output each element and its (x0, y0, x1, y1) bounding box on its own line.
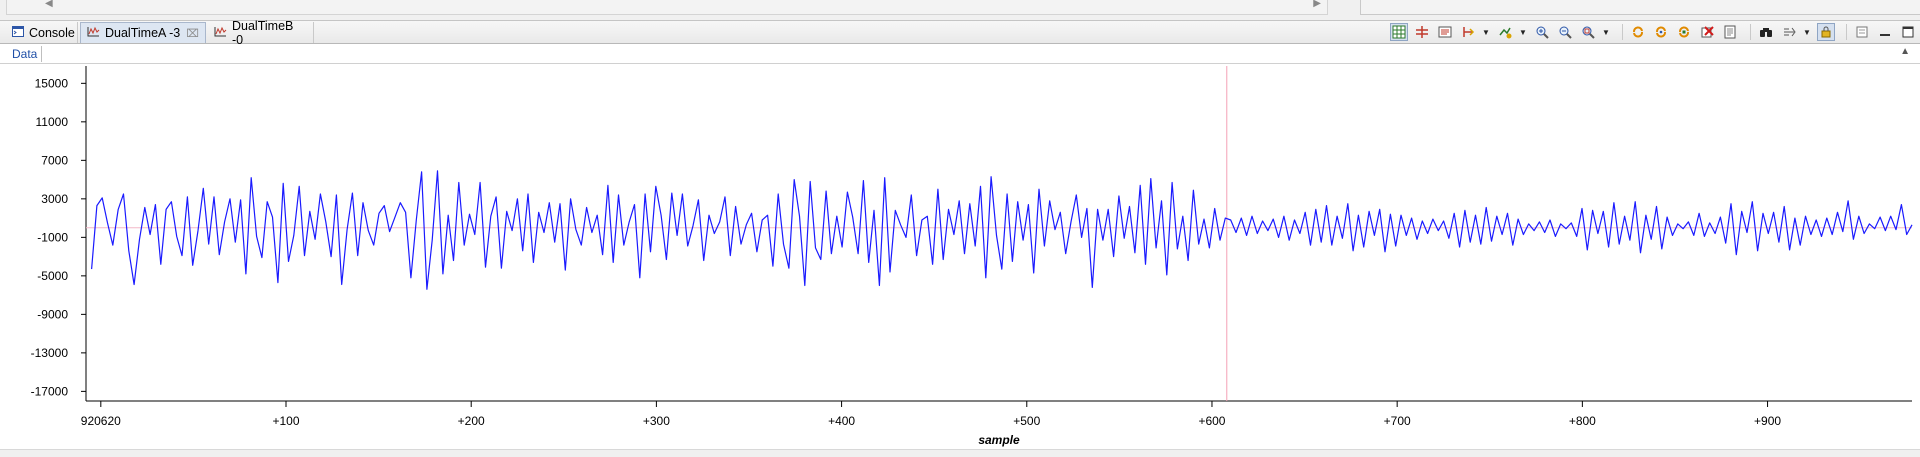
y-axis: 15000 11000 7000 3000 -1000 -5000 -9000 -13000 -… (31, 76, 86, 398)
graph-icon (87, 26, 100, 40)
x-tick-label: +400 (828, 414, 855, 428)
tab-dualtimeb[interactable]: DualTimeB -0 (208, 19, 314, 47)
graph-toolbar: ▼ ▼ ▼ ▼ (1390, 22, 1920, 42)
close-icon[interactable]: ⌧ (186, 27, 199, 40)
zoom-fit-icon[interactable] (1579, 23, 1597, 41)
scroll-left-arrow-icon[interactable]: ◀ (45, 0, 53, 9)
zoom-out-icon[interactable] (1556, 23, 1574, 41)
clear-icon[interactable] (1698, 23, 1716, 41)
y-tick-label: 7000 (41, 153, 68, 167)
x-tick-label: +100 (272, 414, 299, 428)
toolbar-separator (1846, 24, 1847, 40)
grid-view-icon[interactable] (1390, 23, 1408, 41)
y-tick-label: -1000 (37, 230, 68, 244)
scroll-up-arrow-icon[interactable]: ▲ (1900, 46, 1910, 57)
maximize-icon[interactable] (1899, 23, 1917, 41)
pin-dropdown-icon[interactable]: ▼ (1803, 28, 1811, 37)
marker-icon[interactable] (1459, 23, 1477, 41)
marker-dropdown-icon[interactable]: ▼ (1482, 28, 1490, 37)
y-tick-label: -13000 (31, 346, 69, 360)
data-header: Data ▲ (0, 44, 1920, 64)
minimize-view-icon[interactable] (1876, 23, 1894, 41)
x-tick-label: +200 (458, 414, 485, 428)
tab-dualtimea[interactable]: DualTimeA -3 ⌧ (80, 22, 206, 43)
y-tick-label: 11000 (36, 115, 69, 129)
waveform-chart[interactable]: 15000 11000 7000 3000 -1000 -5000 -9000 -13000 -… (0, 64, 1920, 449)
side-panel-scrollbar[interactable] (1360, 0, 1920, 15)
top-scroll-strip: ◀ ▶ (0, 0, 1920, 20)
y-tick-label: 15000 (35, 76, 69, 90)
refresh-continuous-icon[interactable] (1652, 23, 1670, 41)
x-tick-label: +800 (1569, 414, 1596, 428)
lock-icon[interactable] (1817, 23, 1835, 41)
horizontal-scrollbar[interactable]: ◀ ▶ (6, 0, 1328, 15)
data-tab[interactable]: Data (8, 46, 43, 62)
x-tick-label: +600 (1198, 414, 1225, 428)
add-graph-dropdown-icon[interactable]: ▼ (1519, 28, 1527, 37)
y-tick-label: -9000 (37, 307, 68, 321)
y-tick-label: -17000 (31, 384, 69, 398)
auto-refresh-icon[interactable] (1675, 23, 1693, 41)
tab-label: Console (29, 25, 75, 40)
add-graph-icon[interactable] (1496, 23, 1514, 41)
toolbar-separator (1622, 24, 1623, 40)
tab-label: DualTimeA -3 (105, 26, 181, 40)
x-tick-label: +900 (1754, 414, 1781, 428)
refresh-icon[interactable] (1629, 23, 1647, 41)
x-tick-label: +700 (1384, 414, 1411, 428)
console-icon (12, 25, 24, 40)
pin-icon[interactable] (1780, 23, 1798, 41)
signal-series-line (91, 170, 1913, 290)
x-tick-label: +300 (643, 414, 670, 428)
zoom-dropdown-icon[interactable]: ▼ (1602, 28, 1610, 37)
export-icon[interactable] (1721, 23, 1739, 41)
toolbar-separator (1750, 24, 1751, 40)
x-tick-label: +500 (1013, 414, 1040, 428)
tab-label: DualTimeB -0 (232, 18, 294, 47)
tab-console[interactable]: Console (6, 22, 78, 43)
y-tick-label: 3000 (41, 192, 68, 206)
scroll-right-arrow-icon[interactable]: ▶ (1313, 0, 1321, 9)
graph-icon (214, 26, 227, 40)
x-axis: 920620 +100 +200 +300 +400 +500 +600 +700 +800 +9… (81, 401, 1781, 428)
zoom-in-icon[interactable] (1533, 23, 1551, 41)
x-tick-label: 920620 (81, 414, 121, 428)
x-axis-label: sample (978, 433, 1020, 447)
y-tick-label: -5000 (37, 269, 68, 283)
chart-properties-icon[interactable] (1436, 23, 1454, 41)
minimize-icon[interactable] (1853, 23, 1871, 41)
measure-icon[interactable] (1413, 23, 1431, 41)
binoculars-icon[interactable] (1757, 23, 1775, 41)
